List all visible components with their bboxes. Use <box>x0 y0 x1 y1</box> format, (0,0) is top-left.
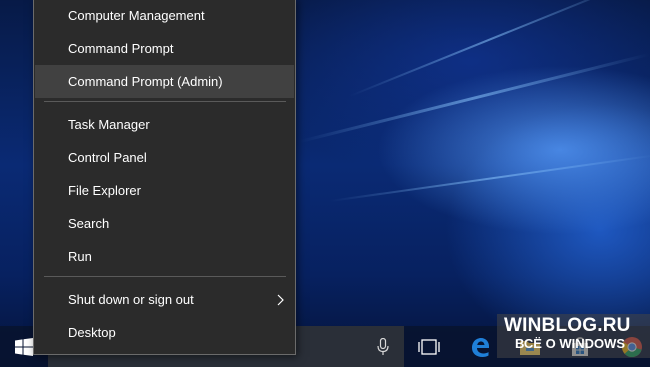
menu-item-label: Search <box>68 216 110 231</box>
task-view-icon <box>418 338 440 355</box>
menu-item-task-manager[interactable]: Task Manager <box>35 108 294 141</box>
wallpaper-light-beam <box>299 52 650 143</box>
menu-separator <box>44 101 286 102</box>
wallpaper-light-beam <box>329 154 650 202</box>
task-view-button[interactable] <box>410 326 448 367</box>
menu-item-label: Command Prompt <box>68 41 174 56</box>
menu-item-label: Run <box>68 249 92 264</box>
menu-item-label: File Explorer <box>68 183 141 198</box>
menu-item-shut-down-or-sign-out[interactable]: Shut down or sign out <box>35 283 294 316</box>
menu-item-desktop[interactable]: Desktop <box>35 316 294 349</box>
menu-item-label: Shut down or sign out <box>68 292 194 307</box>
menu-item-label: Desktop <box>68 325 116 340</box>
menu-item-run[interactable]: Run <box>35 240 294 273</box>
menu-item-label: Control Panel <box>68 150 147 165</box>
watermark-title: WINBLOG.RU <box>504 315 631 336</box>
chevron-right-icon <box>277 294 284 306</box>
menu-item-search[interactable]: Search <box>35 207 294 240</box>
menu-item-computer-management[interactable]: Computer Management <box>35 0 294 32</box>
watermark-subtitle: ВСЁ О WINDOWS <box>515 336 626 351</box>
cortana-microphone-button[interactable] <box>366 326 400 367</box>
menu-item-command-prompt[interactable]: Command Prompt <box>35 32 294 65</box>
menu-item-command-prompt-admin[interactable]: Command Prompt (Admin) <box>35 65 294 98</box>
menu-item-label: Computer Management <box>68 8 205 23</box>
menu-item-label: Command Prompt (Admin) <box>68 74 223 89</box>
microphone-icon <box>377 337 389 355</box>
menu-separator <box>44 276 286 277</box>
edge-taskbar-button[interactable] <box>462 326 498 367</box>
menu-item-file-explorer[interactable]: File Explorer <box>35 174 294 207</box>
menu-item-label: Task Manager <box>68 117 150 132</box>
power-user-context-menu: Computer Management Command Prompt Comma… <box>33 0 296 355</box>
windows-logo-icon <box>15 337 33 356</box>
wallpaper-light-beam <box>349 0 629 97</box>
menu-item-control-panel[interactable]: Control Panel <box>35 141 294 174</box>
edge-icon <box>472 337 489 357</box>
